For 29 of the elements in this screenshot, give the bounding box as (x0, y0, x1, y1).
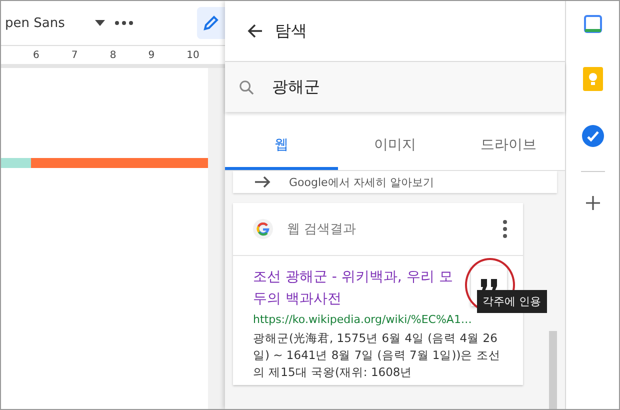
more-link[interactable]: Google에서 자세히 알아보기 (289, 174, 434, 190)
tooltip: 각주에 인용 (476, 290, 547, 313)
pencil-icon (203, 15, 219, 31)
ruler-number: 6 (33, 50, 40, 60)
scrollbar[interactable] (549, 331, 557, 409)
back-icon[interactable] (247, 23, 263, 39)
ruler-number: 8 (110, 50, 118, 60)
edit-button[interactable] (197, 7, 225, 39)
google-logo-icon (253, 219, 273, 239)
more-icon[interactable] (115, 21, 133, 25)
calendar-icon[interactable] (584, 15, 602, 33)
card-heading: 웹 검색결과 (287, 221, 358, 238)
ruler-number: 10 (186, 50, 200, 60)
ruler-number: 9 (148, 50, 156, 60)
tasks-icon[interactable] (582, 125, 604, 147)
arrow-icon (255, 176, 271, 188)
search-icon (239, 80, 254, 94)
result-url: https://ko.wikipedia.org/wiki/%EC%A1… (253, 313, 473, 326)
result-title-link[interactable]: 조선 광해군 - 위키백과, 우리 모두의 백과사전 (253, 266, 465, 310)
panel-title: 탐색 (275, 20, 307, 42)
font-selector[interactable]: pen Sans (5, 16, 81, 30)
ruler-number: 7 (71, 50, 79, 60)
add-icon[interactable] (586, 196, 600, 210)
caret-icon[interactable] (95, 20, 105, 26)
tab[interactable]: 이미지 (338, 122, 452, 170)
result-snippet: 광해군(光海君, 1575년 6월 4일 (음력 4월 26일) ~ 1641년 8월 7일 (음력 7월 1일))은 조선의 제15대 국왕(재위: 1608년 (253, 330, 502, 381)
search-field[interactable]: 광해군 (225, 62, 565, 112)
more-icon[interactable] (503, 220, 507, 238)
tab[interactable]: 드라이브 (452, 122, 565, 170)
